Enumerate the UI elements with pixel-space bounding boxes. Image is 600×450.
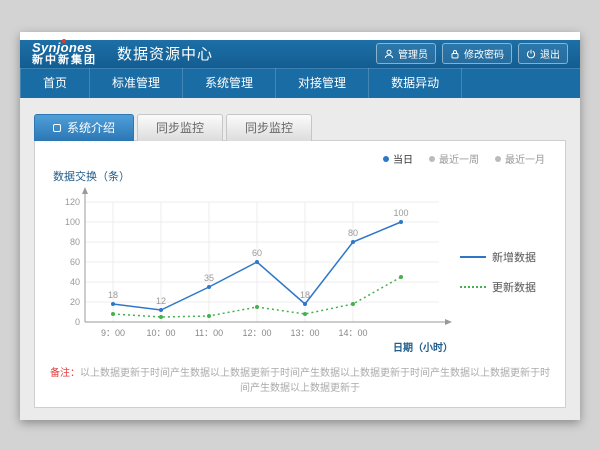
logout-label: 退出 <box>540 46 560 61</box>
logout-button[interactable]: 退出 <box>518 43 568 64</box>
legend-label: 更新数据 <box>492 279 536 295</box>
tab-sync-monitor-2[interactable]: 同步监控 <box>226 114 312 141</box>
svg-text:60: 60 <box>70 257 80 267</box>
svg-text:13：00: 13：00 <box>290 328 319 338</box>
svg-text:10：00: 10：00 <box>146 328 175 338</box>
svg-text:12：00: 12：00 <box>242 328 271 338</box>
filter-dot-icon <box>429 156 435 162</box>
logout-icon <box>526 49 536 59</box>
svg-text:18: 18 <box>108 290 118 300</box>
svg-text:11：00: 11：00 <box>195 328 223 338</box>
filter-dot-icon <box>495 156 501 162</box>
app-window: Synjones 新中新集团 数据资源中心 管理员 修改密码 <box>20 32 580 420</box>
change-password-button[interactable]: 修改密码 <box>442 43 512 64</box>
header-actions: 管理员 修改密码 退出 <box>376 43 568 64</box>
chart-panel: 当日 最近一周 最近一月 数据交换（条） 0 20 40 60 80 100 120 9：00… <box>34 140 566 408</box>
legend-updated-data[interactable]: 更新数据 <box>460 279 536 295</box>
svg-text:40: 40 <box>70 277 80 287</box>
svg-text:20: 20 <box>70 297 80 307</box>
page-title: 数据资源中心 <box>117 43 213 64</box>
nav-item-standard-mgmt[interactable]: 标准管理 <box>90 68 183 98</box>
legend-label: 新增数据 <box>492 249 536 265</box>
svg-text:日期（小时）: 日期（小时） <box>393 341 453 354</box>
admin-button-label: 管理员 <box>398 46 428 61</box>
brand-name-en: Synjones <box>32 41 97 55</box>
nav-item-system-mgmt[interactable]: 系统管理 <box>183 68 276 98</box>
svg-text:0: 0 <box>75 317 80 327</box>
legend-line-sample-solid <box>460 256 486 258</box>
y-axis-title: 数据交换（条） <box>53 168 551 184</box>
filter-label: 最近一周 <box>439 151 479 166</box>
main-nav: 首页 标准管理 系统管理 对接管理 数据异动 <box>20 68 580 98</box>
nav-item-connect-mgmt[interactable]: 对接管理 <box>276 68 369 98</box>
tab-bar: 系统介绍 同步监控 同步监控 <box>34 114 566 141</box>
svg-text:100: 100 <box>65 217 80 227</box>
chart-row: 0 20 40 60 80 100 120 9：00 10：00 11：00 12：00 13：00 1… <box>49 184 551 360</box>
tab-label: 同步监控 <box>156 115 204 141</box>
tab-sync-monitor-1[interactable]: 同步监控 <box>137 114 223 141</box>
svg-text:120: 120 <box>65 197 80 207</box>
line-chart: 0 20 40 60 80 100 120 9：00 10：00 11：00 12：00 13：00 1… <box>49 184 454 360</box>
brand-logo: Synjones 新中新集团 <box>32 41 97 66</box>
filter-label: 当日 <box>393 151 413 166</box>
nav-item-data-change[interactable]: 数据异动 <box>369 68 462 98</box>
window-top-strip <box>20 32 580 40</box>
svg-text:18: 18 <box>300 290 310 300</box>
app-header: Synjones 新中新集团 数据资源中心 管理员 修改密码 <box>20 40 580 69</box>
filter-today[interactable]: 当日 <box>383 151 413 166</box>
svg-text:12: 12 <box>156 296 166 306</box>
desktop-background: Synjones 新中新集团 数据资源中心 管理员 修改密码 <box>0 0 600 450</box>
change-password-label: 修改密码 <box>464 46 504 61</box>
svg-text:80: 80 <box>348 228 358 238</box>
legend-new-data[interactable]: 新增数据 <box>460 249 536 265</box>
svg-text:35: 35 <box>204 273 214 283</box>
legend-line-sample-dashed <box>460 286 486 288</box>
svg-text:100: 100 <box>393 208 408 218</box>
tab-system-intro[interactable]: 系统介绍 <box>34 114 134 141</box>
svg-text:60: 60 <box>252 248 262 258</box>
lock-icon <box>450 49 460 59</box>
filter-label: 最近一月 <box>505 151 545 166</box>
time-range-filters: 当日 最近一周 最近一月 <box>49 151 551 166</box>
tab-label: 系统介绍 <box>67 115 115 141</box>
svg-text:14：00: 14：00 <box>338 328 367 338</box>
tab-grid-icon <box>53 124 61 132</box>
filter-last-week[interactable]: 最近一周 <box>429 151 479 166</box>
footnote-text: 以上数据更新于时间产生数据以上数据更新于时间产生数据以上数据更新于时间产生数据以… <box>80 368 550 394</box>
series-legend: 新增数据 更新数据 <box>460 249 536 295</box>
svg-text:80: 80 <box>70 237 80 247</box>
footnote: 备注：以上数据更新于时间产生数据以上数据更新于时间产生数据以上数据更新于时间产生… <box>49 364 551 394</box>
footnote-label: 备注： <box>50 368 80 379</box>
filter-last-month[interactable]: 最近一月 <box>495 151 545 166</box>
nav-item-home[interactable]: 首页 <box>20 68 90 98</box>
tab-label: 同步监控 <box>245 115 293 141</box>
user-icon <box>384 49 394 59</box>
filter-dot-icon <box>383 156 389 162</box>
content-area: 系统介绍 同步监控 同步监控 当日 最近一周 <box>20 98 580 420</box>
svg-text:9：00: 9：00 <box>101 328 125 338</box>
admin-button[interactable]: 管理员 <box>376 43 436 64</box>
brand-name-cn: 新中新集团 <box>32 55 97 67</box>
